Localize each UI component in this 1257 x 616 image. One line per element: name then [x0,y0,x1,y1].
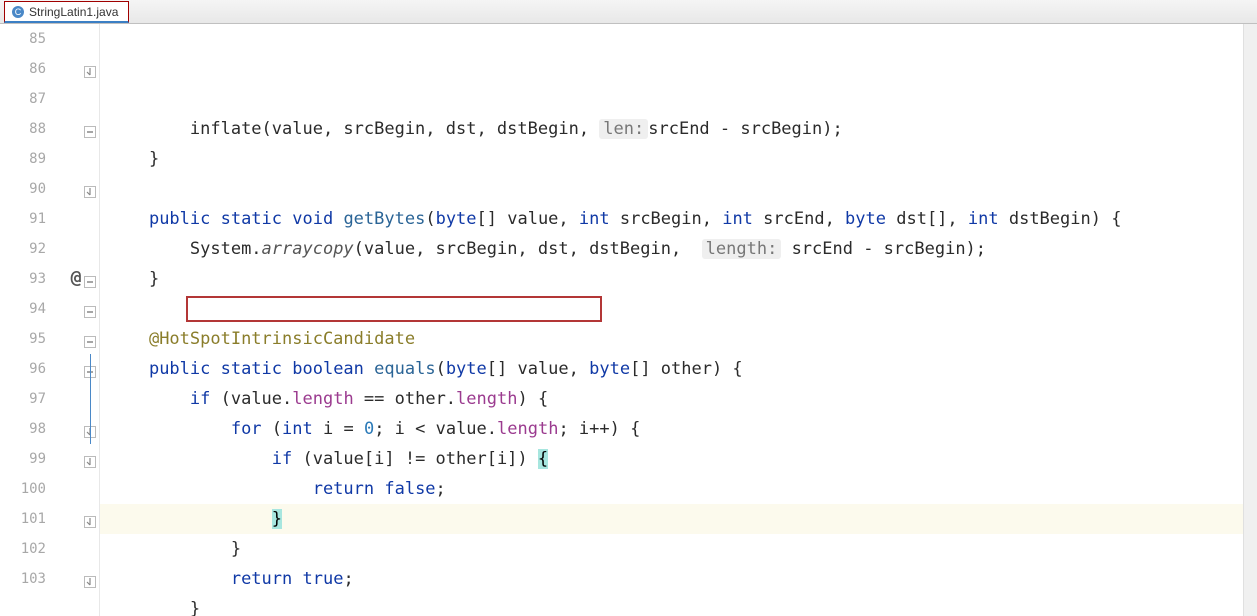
code-line[interactable]: } [100,504,1257,534]
fold-minus-icon[interactable] [84,123,96,135]
file-tab[interactable]: C StringLatin1.java [4,1,129,23]
line-number: 97 [0,384,46,414]
code-line[interactable]: } [100,264,1257,294]
code-line[interactable] [100,174,1257,204]
line-number: 103 [0,564,46,594]
line-number: 102 [0,534,46,564]
fold-close-icon[interactable] [84,183,96,195]
code-line[interactable]: public static void getBytes(byte[] value… [100,204,1257,234]
code-line[interactable]: System.arraycopy(value, srcBegin, dst, d… [100,234,1257,264]
line-number: 98 [0,414,46,444]
tab-filename: StringLatin1.java [29,5,118,19]
line-number: 101 [0,504,46,534]
line-number: 93 [0,264,46,294]
line-number: 89 [0,144,46,174]
parameter-hint: len: [599,119,648,139]
code-line[interactable]: inflate(value, srcBegin, dst, dstBegin, … [100,114,1257,144]
code-line[interactable]: return false; [100,474,1257,504]
code-line[interactable]: } [100,594,1257,616]
line-number: 100 [0,474,46,504]
code-line[interactable]: for (int i = 0; i < value.length; i++) { [100,414,1257,444]
line-number: 99 [0,444,46,474]
line-number: 94 [0,294,46,324]
line-number: 86 [0,54,46,84]
svg-text:C: C [15,7,22,17]
scope-guide [90,354,91,444]
fold-minus-icon[interactable] [84,333,96,345]
parameter-hint: length: [702,239,782,259]
code-area[interactable]: inflate(value, srcBegin, dst, dstBegin, … [100,24,1257,616]
fold-minus-icon[interactable] [84,303,96,315]
tab-bar: C StringLatin1.java [0,0,1257,24]
annotation-gutter-icon[interactable]: @ [66,267,86,288]
code-line[interactable]: if (value[i] != other[i]) { [100,444,1257,474]
line-number: 91 [0,204,46,234]
code-line[interactable]: } [100,144,1257,174]
code-line[interactable]: public static boolean equals(byte[] valu… [100,354,1257,384]
line-number: 95 [0,324,46,354]
fold-close-icon[interactable] [84,63,96,75]
code-editor[interactable]: 8586878889909192939495969798991001011021… [0,24,1257,616]
java-class-icon: C [11,5,25,19]
code-line[interactable]: if (value.length == other.length) { [100,384,1257,414]
fold-close-icon[interactable] [84,513,96,525]
error-stripe[interactable] [1243,24,1257,616]
line-number: 85 [0,24,46,54]
fold-column: @ [56,24,100,616]
line-number: 92 [0,234,46,264]
code-line[interactable]: return true; [100,564,1257,594]
line-number: 88 [0,114,46,144]
code-line[interactable]: @HotSpotIntrinsicCandidate [100,324,1257,354]
line-number-gutter: 8586878889909192939495969798991001011021… [0,24,56,616]
code-line[interactable] [100,294,1257,324]
line-number: 87 [0,84,46,114]
fold-close-icon[interactable] [84,453,96,465]
line-number: 96 [0,354,46,384]
fold-close-icon[interactable] [84,573,96,585]
code-line[interactable]: } [100,534,1257,564]
line-number: 90 [0,174,46,204]
